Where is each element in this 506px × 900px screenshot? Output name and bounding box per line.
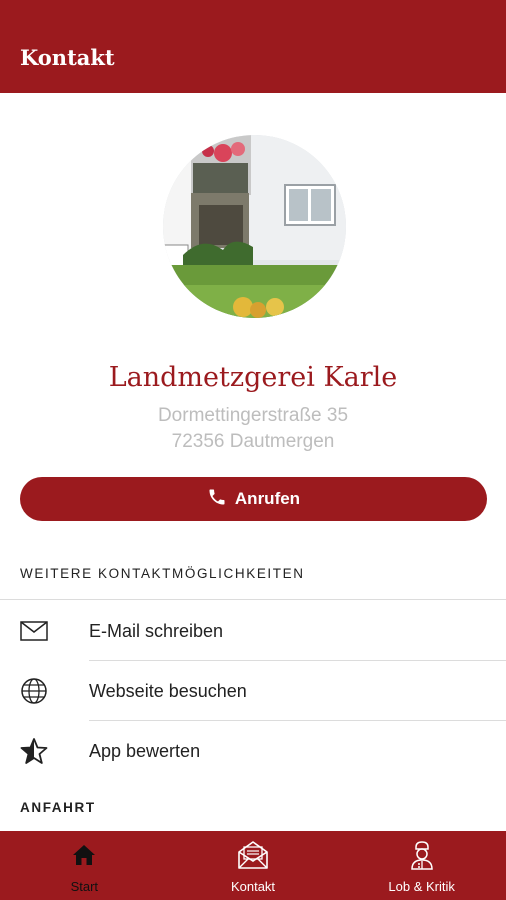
more-contact-heading: WEITERE KONTAKTMÖGLICHKEITEN (20, 566, 305, 581)
bottom-tab-bar: Start Kontakt Lob & Kritik (0, 831, 506, 900)
chef-icon (409, 841, 435, 870)
app-bar: Kontakt (0, 0, 506, 93)
list-item-label: Webseite besuchen (89, 681, 247, 701)
list-item-website[interactable]: Webseite besuchen (0, 661, 506, 721)
list-item-email[interactable]: E-Mail schreiben (0, 601, 506, 661)
tab-start[interactable]: Start (0, 831, 169, 900)
call-button-label: Anrufen (234, 489, 301, 508)
storefront-photo (163, 135, 346, 318)
tab-label: Start (70, 879, 99, 894)
globe-icon (20, 678, 48, 704)
tab-kontakt[interactable]: Kontakt (169, 831, 338, 900)
list-item-label: App bewerten (89, 741, 201, 761)
page-title: Kontakt (20, 45, 115, 70)
list-item-rate-app[interactable]: App bewerten (0, 721, 506, 781)
business-name: Landmetzgerei Karle (108, 362, 398, 393)
envelope-icon (20, 618, 48, 644)
directions-heading: ANFAHRT (20, 800, 96, 815)
list-item-label: E-Mail schreiben (89, 621, 224, 641)
home-icon (72, 841, 96, 869)
tab-label: Kontakt (230, 879, 276, 894)
tab-lob-kritik[interactable]: Lob & Kritik (337, 831, 506, 900)
divider (0, 599, 506, 600)
phone-icon (207, 487, 227, 512)
storefront-image (163, 135, 346, 318)
call-button[interactable]: Anrufen (20, 477, 487, 521)
address-street: Dormettingerstraße 35 (157, 405, 349, 426)
mail-envelope-icon (237, 841, 269, 869)
address-city: 72356 Dautmergen (171, 431, 335, 452)
tab-label: Lob & Kritik (388, 879, 455, 894)
star-icon (20, 738, 48, 764)
